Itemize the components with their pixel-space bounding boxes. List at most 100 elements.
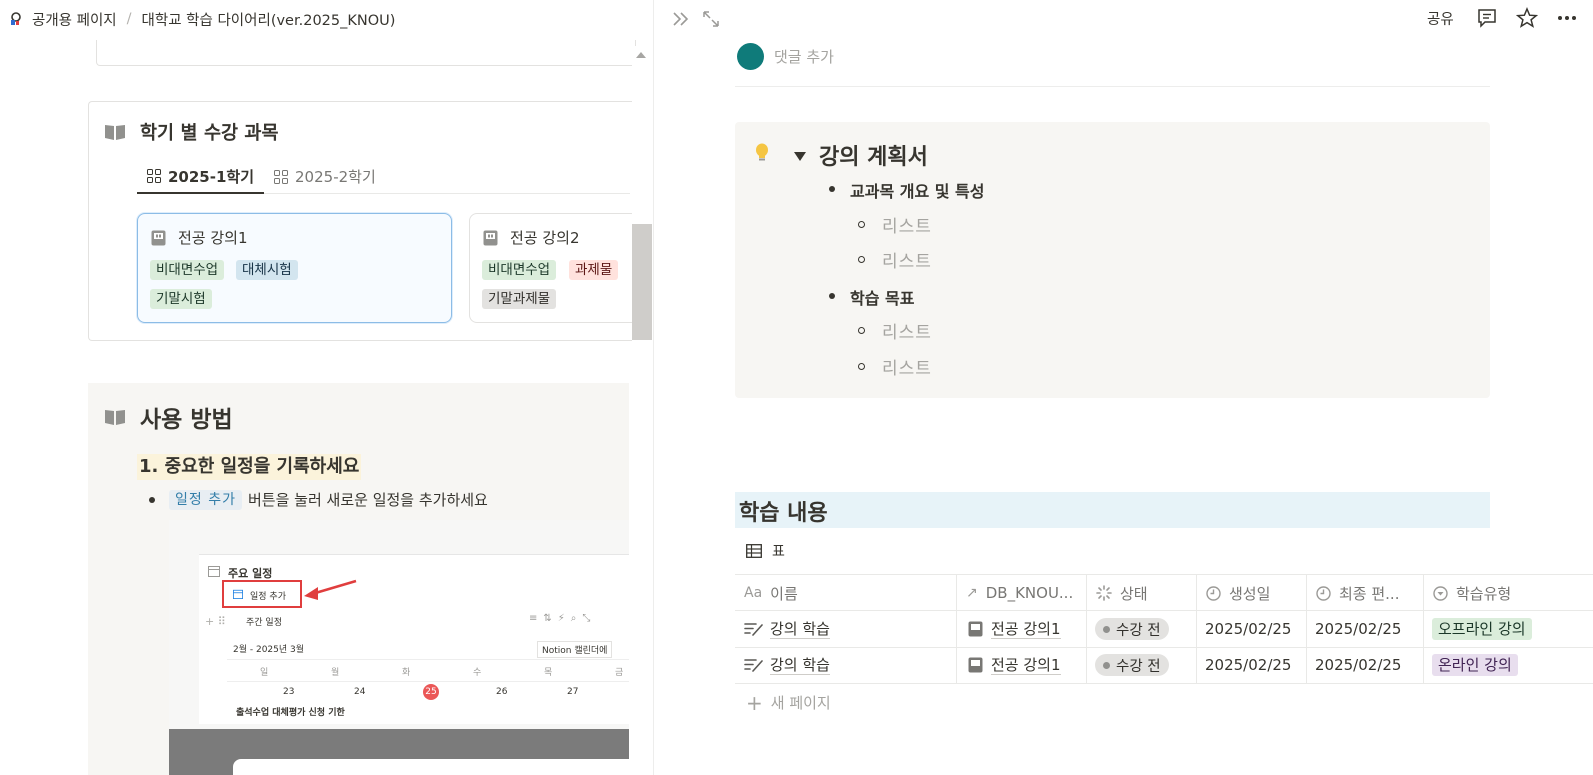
tag: 비대면수업 (482, 260, 557, 280)
tag: 비대면수업 (150, 260, 225, 280)
screenshot-notion-cal: Notion 캘린더에 (537, 641, 613, 658)
edited-cell: 2025/02/25 (1315, 620, 1402, 638)
screenshot-event: 출석수업 대체평가 신청 기한 (236, 708, 345, 718)
plus-icon: + ⠿ (205, 615, 226, 628)
day: 26 (496, 687, 508, 697)
type-tag: 오프라인 강의 (1432, 618, 1532, 640)
column-header-relation[interactable]: ↗ DB_KNOU... (958, 575, 1073, 611)
scrollbar-track[interactable] (632, 46, 652, 775)
column-divider (1306, 575, 1307, 684)
gallery-icon (147, 169, 161, 183)
status-icon (1096, 585, 1112, 601)
clock-icon (1316, 585, 1331, 601)
more-icon[interactable] (1555, 6, 1593, 30)
sub-bullet (858, 327, 865, 334)
scroll-up-arrow-icon[interactable] (636, 52, 646, 58)
calendar-icon (208, 566, 220, 577)
breadcrumb-separator: / (126, 11, 132, 27)
tag: 대체시험 (236, 260, 298, 280)
day: 24 (354, 687, 366, 697)
page-icon (968, 621, 983, 637)
tab-2025-1[interactable]: 2025-1학기 (137, 160, 265, 194)
left-pane: 공개용 페이지 / 대학교 학습 다이어리(ver.2025_KNOU) 학기 … (0, 0, 653, 775)
column-divider (1086, 575, 1087, 684)
red-arrow-icon (304, 579, 357, 600)
created-cell: 2025/02/25 (1205, 656, 1292, 674)
list-item: 리스트 (882, 217, 932, 237)
column-header-name[interactable]: Aa 이름 (736, 575, 798, 611)
highlight-box (222, 580, 302, 608)
weekday: 목 (544, 668, 553, 678)
plus-icon: + (746, 690, 763, 715)
type-cell[interactable]: 온라인 강의 (1432, 647, 1518, 683)
list-item: 리스트 (882, 252, 932, 272)
weekday: 수 (473, 668, 482, 678)
screenshot-overlay (169, 729, 629, 775)
divider (735, 86, 1490, 87)
courses-title: 학기 별 수강 과목 (104, 119, 278, 145)
scrollbar-thumb[interactable] (632, 224, 652, 340)
breadcrumb-page[interactable]: 대학교 학습 다이어리(ver.2025_KNOU) (142, 9, 396, 30)
today-marker: 25 (423, 684, 439, 700)
sub-bullet (858, 256, 865, 263)
callout-title[interactable]: 강의 계획서 (819, 139, 928, 171)
add-comment-row[interactable]: 댓글 추가 (737, 43, 834, 70)
status-badge: 수강 전 (1095, 618, 1169, 640)
breadcrumb-workspace[interactable]: 공개용 페이지 (32, 9, 117, 30)
view-tab-table[interactable]: 표 (746, 541, 785, 561)
tag: 기말시험 (150, 289, 212, 309)
avatar (737, 43, 764, 70)
column-header-created[interactable]: 생성일 (1198, 575, 1270, 611)
toolbar-icons: ≡⇅⚡⌕⤡ (529, 613, 597, 624)
day: 27 (567, 687, 579, 697)
relation-arrow-icon: ↗ (966, 585, 978, 601)
clock-icon (1206, 585, 1221, 601)
column-header-status[interactable]: 상태 (1088, 575, 1148, 611)
type-cell[interactable]: 오프라인 강의 (1432, 611, 1532, 647)
expand-icon[interactable] (702, 10, 720, 28)
page-edit-icon (744, 623, 763, 636)
page-icon (151, 230, 166, 245)
book-icon (105, 410, 125, 425)
inline-code: 일정 추가 (169, 489, 242, 510)
status-cell[interactable]: 수강 전 (1095, 647, 1169, 683)
row-divider (735, 683, 1593, 684)
learning-heading: 학습 내용 (735, 492, 1490, 528)
select-icon (1433, 585, 1448, 601)
course-card-1[interactable]: 전공 강의1 비대면수업 대체시험 기말시험 (137, 213, 452, 323)
lightbulb-icon[interactable] (754, 143, 770, 163)
course-card-2[interactable]: 전공 강의2 비대면수업 과제물 기말과제물 (469, 213, 639, 323)
weekday: 화 (402, 668, 411, 678)
gallery-icon (274, 169, 289, 184)
previous-block-frame (96, 40, 636, 66)
table-row[interactable]: 강의 학습 (744, 647, 830, 683)
toggle-arrow-icon[interactable] (794, 152, 806, 161)
weekday: 금 (615, 668, 624, 678)
star-icon[interactable] (1516, 6, 1538, 30)
relation-cell[interactable]: 전공 강의1 (968, 611, 1061, 647)
table-icon (746, 544, 762, 558)
status-cell[interactable]: 수강 전 (1095, 611, 1169, 647)
screenshot-view: 주간 일정 (246, 618, 282, 628)
pane-divider[interactable] (653, 0, 654, 775)
step-title: 1. 중요한 일정을 기록하세요 (137, 454, 362, 480)
share-button[interactable]: 공유 (1427, 6, 1454, 30)
tab-2025-2[interactable]: 2025-2학기 (264, 160, 386, 193)
text-type-icon: Aa (744, 585, 763, 601)
bullet (149, 497, 155, 503)
relation-cell[interactable]: 전공 강의1 (968, 647, 1061, 683)
column-header-type[interactable]: 학습유형 (1425, 575, 1511, 611)
screenshot-title: 주요 일정 (228, 567, 273, 580)
weekday: 월 (331, 668, 340, 678)
column-header-edited[interactable]: 최종 편... (1308, 575, 1399, 611)
list-item: 리스트 (882, 359, 932, 379)
column-divider (1196, 575, 1197, 684)
double-chevron-right-icon[interactable] (672, 11, 690, 27)
comment-icon[interactable] (1476, 6, 1498, 30)
table-row[interactable]: 강의 학습 (744, 611, 830, 647)
tag: 과제물 (569, 260, 619, 280)
sub-bullet (858, 363, 865, 370)
weekday: 일 (260, 668, 269, 678)
new-page-button[interactable]: + 새 페이지 (746, 692, 831, 713)
page-edit-icon (744, 659, 763, 672)
